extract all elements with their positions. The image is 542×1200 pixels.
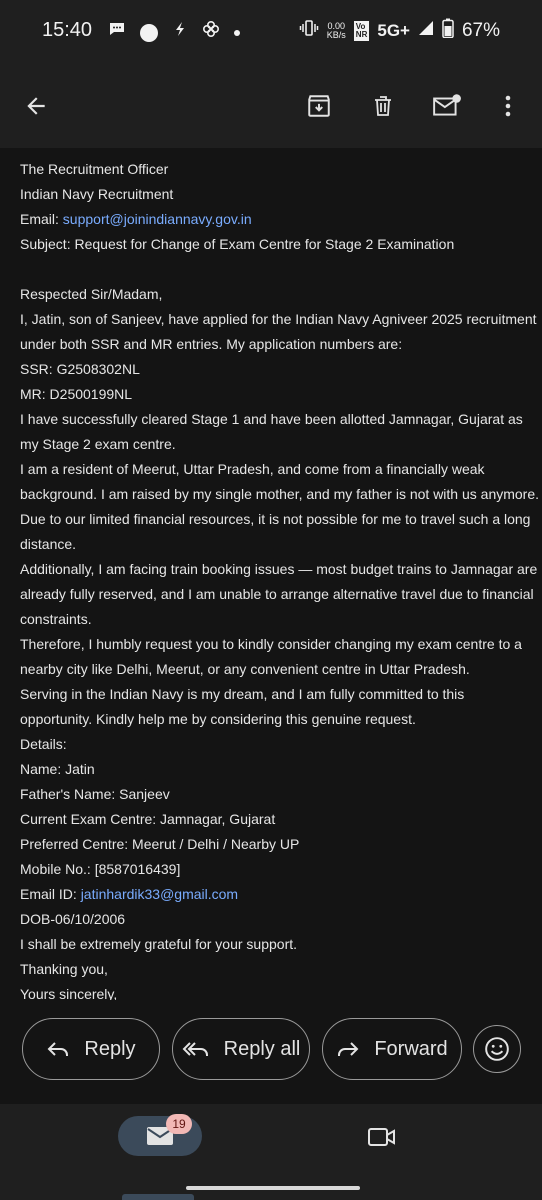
closing-line: Yours sincerely,: [20, 986, 118, 1000]
reply-label: Reply: [84, 1037, 136, 1060]
vonr-badge: Vo NR: [353, 20, 370, 41]
body-line: Additionally, I am facing train booking …: [20, 561, 538, 577]
body-line: I am a resident of Meerut, Uttar Pradesh…: [20, 461, 485, 477]
body-line: distance.: [20, 536, 77, 552]
organization-line: Indian Navy Recruitment: [20, 186, 174, 202]
body-line: Therefore, I humbly request you to kindl…: [20, 636, 522, 652]
mark-unread-button[interactable]: [423, 82, 471, 130]
body-line: Respected Sir/Madam,: [20, 286, 163, 302]
forward-button[interactable]: Forward: [322, 1018, 462, 1080]
notification-icons: [108, 20, 240, 45]
body-line: nearby city like Delhi, Meerut, or any c…: [20, 661, 470, 677]
more-options-button[interactable]: [484, 82, 532, 130]
emoji-icon: [485, 1037, 509, 1061]
status-time: 15:40: [42, 19, 93, 41]
body-line: I have successfully cleared Stage 1 and …: [20, 411, 523, 427]
email-id-line: Email ID: jatinhardik33@gmail.com: [20, 882, 522, 907]
pinwheel-app-icon: [202, 20, 220, 45]
net-speed-unit: KB/s: [326, 29, 346, 40]
email-body[interactable]: The Recruitment Officer Indian Navy Recr…: [0, 148, 542, 1000]
body-line: Serving in the Indian Navy is my dream, …: [20, 686, 465, 702]
closing-line: I shall be extremely grateful for your s…: [20, 936, 298, 952]
closing-line: DOB-06/10/2006: [20, 911, 126, 927]
peek-overlay: [122, 1194, 194, 1200]
app-bar: [0, 64, 542, 148]
body-line: opportunity. Kindly help me by consideri…: [20, 711, 416, 727]
body-line: Preferred Centre: Meerut / Delhi / Nearb…: [20, 836, 300, 852]
body-line: my Stage 2 exam centre.: [20, 436, 176, 452]
archive-button[interactable]: [295, 82, 343, 130]
vonr-bottom: NR: [355, 29, 368, 39]
email-actions: Reply Reply all Forward: [0, 1000, 542, 1104]
email-text: The Recruitment Officer Indian Navy Recr…: [0, 157, 542, 1000]
closing-line: Thanking you,: [20, 961, 108, 977]
battery-icon: [442, 18, 454, 43]
email-label: Email:: [20, 211, 63, 227]
body-line: Father's Name: Sanjeev: [20, 786, 170, 802]
body-line: Current Exam Centre: Jamnagar, Gujarat: [20, 811, 276, 827]
gesture-navigation-bar[interactable]: [186, 1186, 360, 1190]
unread-count-badge: 19: [166, 1114, 192, 1134]
nav-meet-tab[interactable]: [364, 1122, 400, 1152]
mark-unread-icon: [433, 94, 461, 116]
body-line: already fully reserved, and I am unable …: [20, 586, 534, 602]
reply-button[interactable]: Reply: [22, 1018, 160, 1080]
body-paragraph: Respected Sir/Madam, I, Jatin, son of San…: [20, 282, 540, 882]
net-speed: 0.00 KB/s: [326, 21, 346, 40]
body-line: MR: D2500199NL: [20, 386, 133, 402]
network-type: 5G+: [377, 20, 410, 40]
forward-icon: [338, 1042, 359, 1056]
bolt-app-icon: [172, 20, 188, 45]
closing-paragraph: DOB-06/10/2006 I shall be extremely grate…: [20, 907, 522, 1000]
video-camera-icon: [368, 1128, 395, 1146]
sender-email-link[interactable]: jatinhardik33@gmail.com: [81, 886, 238, 902]
body-line: Name: Jatin: [20, 761, 95, 777]
more-vert-icon: [505, 95, 511, 117]
trash-icon: [375, 96, 391, 116]
body-line: constraints.: [20, 611, 92, 627]
email-id-label: Email ID:: [20, 886, 81, 902]
body-line: under both SSR and MR entries. My applic…: [20, 336, 403, 352]
support-email-link[interactable]: support@joinindiannavy.gov.in: [63, 211, 252, 227]
bottom-navigation: 19: [0, 1104, 542, 1200]
emoji-reaction-button[interactable]: [473, 1025, 521, 1073]
body-line: background. I am raised by my single mot…: [20, 486, 540, 502]
subject-line: Subject: Request for Change of Exam Cent…: [20, 236, 455, 252]
back-button[interactable]: [12, 82, 60, 130]
body-line: SSR: G2508302NL: [20, 361, 140, 377]
email-line: Email: support@joinindiannavy.gov.in: [20, 207, 522, 232]
body-line: Details:: [20, 736, 67, 752]
body-line: Mobile No.: [8587016439]: [20, 861, 181, 877]
circle-app-icon: [140, 23, 158, 42]
reply-all-label: Reply all: [223, 1037, 301, 1060]
status-bar: 15:40 0.00 KB/s Vo NR 5G+ 67%: [0, 0, 542, 64]
vibrate-icon: [299, 18, 319, 43]
battery-percent: 67%: [461, 19, 500, 41]
system-icons: 0.00 KB/s Vo NR 5G+ 67%: [299, 18, 500, 43]
recipient-line: The Recruitment Officer: [20, 161, 169, 177]
delete-button[interactable]: [359, 82, 407, 130]
more-notifications-dot-icon: [234, 29, 240, 36]
arrow-back-icon: [27, 97, 45, 115]
forward-label: Forward: [374, 1037, 448, 1060]
signal-icon: [418, 20, 434, 41]
reply-all-icon: [182, 1042, 208, 1056]
reply-all-button[interactable]: Reply all: [172, 1018, 310, 1080]
chat-bubble-icon: [108, 20, 126, 45]
body-line: I, Jatin, son of Sanjeev, have applied f…: [20, 311, 537, 327]
body-line: Due to our limited financial resources, …: [20, 511, 531, 527]
archive-icon: [308, 95, 330, 117]
reply-icon: [48, 1042, 69, 1056]
